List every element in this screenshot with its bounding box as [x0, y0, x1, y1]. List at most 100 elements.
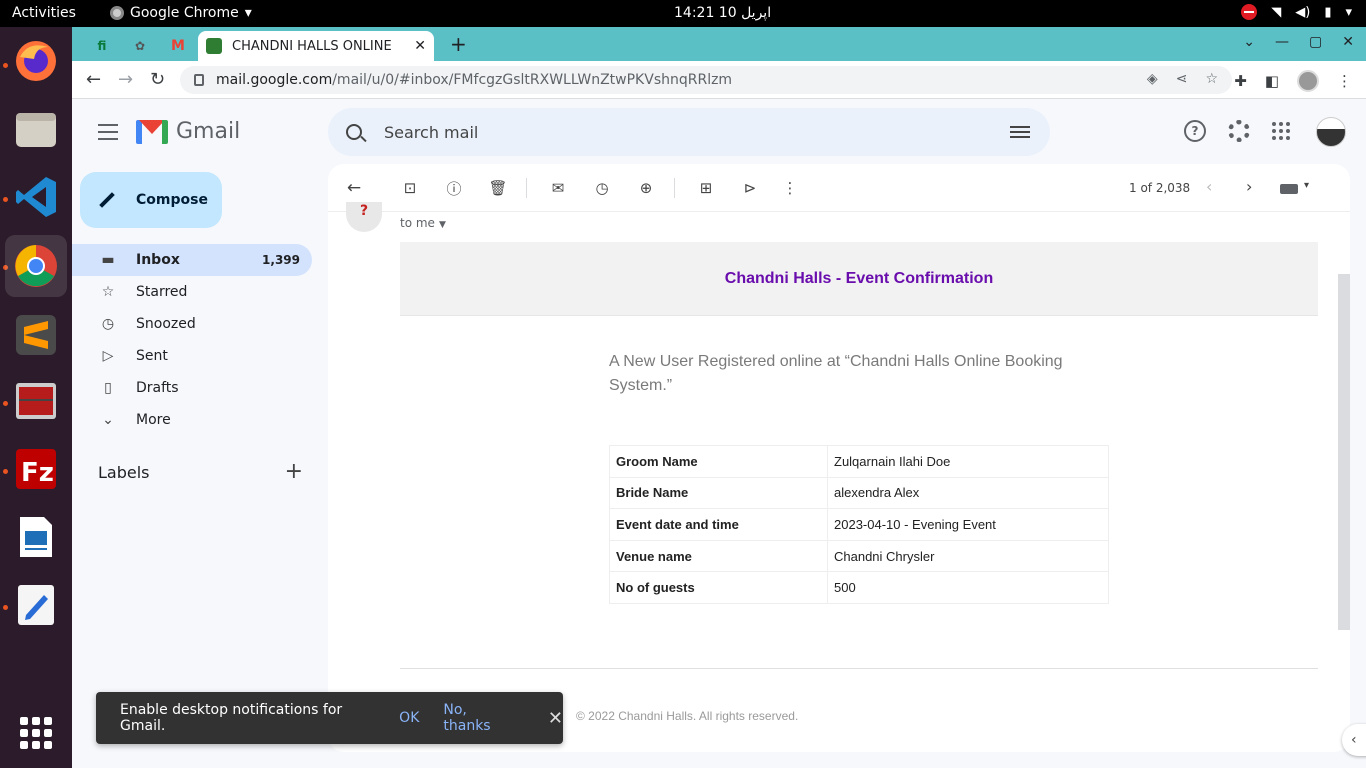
- address-bar-actions: ◈ ⋖ ☆: [1147, 71, 1218, 87]
- recipient-details[interactable]: to me ▼: [400, 216, 446, 230]
- terminal-app-icon[interactable]: [10, 375, 62, 427]
- clock[interactable]: 14:21 اپریل 10: [674, 5, 771, 21]
- search-bar[interactable]: Search mail: [328, 108, 1050, 156]
- notification-snackbar: Enable desktop notifications for Gmail. …: [96, 692, 563, 744]
- chrome-dock-icon[interactable]: [5, 235, 67, 297]
- close-tab-icon[interactable]: ✕: [414, 38, 426, 54]
- table-row: No of guests 500: [609, 571, 1109, 604]
- tab-favicon-openai[interactable]: ✿: [124, 33, 156, 59]
- sidebar-item-sent[interactable]: ▷ Sent: [72, 340, 312, 372]
- table-value: Chandni Chrysler: [827, 539, 1109, 573]
- close-icon[interactable]: ✕: [548, 708, 563, 729]
- system-tray[interactable]: ◥ ◀) ▮ ▾: [1241, 4, 1352, 20]
- older-icon[interactable]: ›: [1246, 177, 1252, 196]
- create-label-icon[interactable]: +: [285, 461, 303, 483]
- sidebar-item-inbox[interactable]: ▬ Inbox 1,399: [72, 244, 312, 276]
- share-icon[interactable]: ⋖: [1176, 71, 1188, 87]
- sidebar-item-label: Inbox: [136, 252, 180, 268]
- message-pane: ← ⊡ ⓘ 🗑 ✉ ◷ ⊕ ⊞ ⊳ ⋮ 1 of 2,038 ‹ › ▾ ? t…: [328, 164, 1350, 752]
- search-options-icon[interactable]: [1010, 123, 1030, 141]
- minimize-icon[interactable]: —: [1275, 34, 1289, 50]
- account-avatar[interactable]: [1316, 117, 1346, 147]
- table-row: Groom Name Zulqarnain Ilahi Doe: [609, 445, 1109, 478]
- main-menu-icon[interactable]: [98, 124, 118, 145]
- tab-active[interactable]: CHANDNI HALLS ONLINE ✕: [198, 31, 434, 61]
- inbox-icon: ▬: [101, 252, 115, 268]
- sidebar-nav: ▬ Inbox 1,399 ☆ Starred ◷ Snoozed ▷ Sent…: [72, 244, 312, 436]
- lock-icon[interactable]: [194, 74, 204, 86]
- app-menu[interactable]: Google Chrome ▾: [110, 5, 252, 21]
- show-apps-icon[interactable]: [20, 717, 52, 749]
- vscode-icon[interactable]: [10, 171, 62, 223]
- sidebar-item-label: More: [136, 412, 171, 428]
- activities-button[interactable]: Activities: [12, 5, 76, 21]
- add-to-tasks-icon[interactable]: ⊕: [636, 178, 656, 198]
- compose-button[interactable]: Compose: [80, 172, 222, 228]
- tab-favicon-gmail[interactable]: M: [162, 33, 194, 59]
- bookmark-star-icon[interactable]: ☆: [1205, 71, 1218, 87]
- settings-gear-icon[interactable]: [1228, 120, 1250, 142]
- gmail-logo[interactable]: Gmail: [136, 119, 240, 144]
- no-thanks-button[interactable]: No, thanks: [443, 702, 514, 734]
- back-to-inbox-icon[interactable]: ←: [344, 178, 364, 198]
- search-icon[interactable]: [346, 124, 362, 140]
- reload-icon[interactable]: ↻: [150, 69, 165, 90]
- ok-button[interactable]: OK: [399, 710, 419, 726]
- back-icon[interactable]: ←: [86, 69, 101, 90]
- snackbar-message: Enable desktop notifications for Gmail.: [120, 702, 343, 734]
- url-host: mail.google.com: [216, 72, 333, 88]
- extensions-icon[interactable]: ✚: [1234, 72, 1247, 90]
- sidebar-item-more[interactable]: ⌄ More: [72, 404, 312, 436]
- show-side-panel-icon[interactable]: ‹: [1342, 724, 1366, 756]
- files-icon[interactable]: [10, 103, 62, 155]
- running-indicator: [3, 605, 8, 610]
- profile-avatar[interactable]: [1297, 70, 1319, 92]
- toolbar-divider: [526, 178, 527, 198]
- move-to-icon[interactable]: ⊞: [696, 178, 716, 198]
- newer-icon[interactable]: ‹: [1206, 177, 1212, 196]
- tracking-icon[interactable]: ◈: [1147, 71, 1158, 87]
- running-indicator: [3, 401, 8, 406]
- sender-avatar[interactable]: ?: [346, 202, 382, 232]
- sidebar-item-starred[interactable]: ☆ Starred: [72, 276, 312, 308]
- text-editor-icon[interactable]: [10, 579, 62, 631]
- maximize-icon[interactable]: ▢: [1309, 34, 1322, 50]
- close-window-icon[interactable]: ✕: [1342, 34, 1354, 50]
- caret-down-icon: ▾: [244, 5, 252, 21]
- writer-icon[interactable]: [10, 511, 62, 563]
- tab-favicon-fi[interactable]: fi: [86, 33, 118, 59]
- window-controls: ⌄ — ▢ ✕: [1243, 34, 1354, 50]
- help-icon[interactable]: ?: [1184, 120, 1206, 142]
- email-intro: A New User Registered online at “Chandni…: [609, 353, 1063, 394]
- chrome-menu-icon[interactable]: ⋮: [1337, 72, 1352, 90]
- new-tab-button[interactable]: +: [450, 32, 467, 56]
- side-panel-icon[interactable]: ◧: [1265, 72, 1279, 90]
- chrome-icon: [110, 6, 124, 20]
- snooze-icon[interactable]: ◷: [592, 178, 612, 198]
- send-icon: ▷: [102, 348, 114, 364]
- running-indicator: [3, 63, 8, 68]
- email-footer: © 2022 Chandni Halls. All rights reserve…: [576, 709, 799, 723]
- google-apps-icon[interactable]: [1272, 122, 1290, 140]
- sidebar-item-snoozed[interactable]: ◷ Snoozed: [72, 308, 312, 340]
- search-input[interactable]: Search mail: [384, 123, 1010, 142]
- message-scrollbar[interactable]: [1338, 274, 1350, 630]
- forward-icon[interactable]: →: [118, 69, 133, 90]
- tab-search-icon[interactable]: ⌄: [1243, 34, 1255, 50]
- more-options-icon[interactable]: ⋮: [780, 178, 800, 198]
- firefox-icon[interactable]: [10, 35, 62, 87]
- filezilla-icon[interactable]: Fz: [10, 443, 62, 495]
- input-tools-icon[interactable]: [1280, 184, 1298, 194]
- report-spam-icon[interactable]: ⓘ: [444, 178, 464, 198]
- archive-icon[interactable]: ⊡: [400, 178, 420, 198]
- input-tools-caret-icon[interactable]: ▾: [1304, 180, 1309, 191]
- delete-icon[interactable]: 🗑: [488, 178, 508, 198]
- mark-unread-icon[interactable]: ✉: [548, 178, 568, 198]
- label-icon[interactable]: ⊳: [740, 178, 760, 198]
- table-key: Groom Name: [609, 445, 828, 478]
- address-bar[interactable]: mail.google.com/mail/u/0/#inbox/FMfcgzGs…: [180, 66, 1232, 94]
- sidebar-item-drafts[interactable]: ▯ Drafts: [72, 372, 312, 404]
- table-key: No of guests: [609, 571, 828, 604]
- sublime-text-icon[interactable]: [10, 309, 62, 361]
- table-key: Event date and time: [609, 508, 828, 541]
